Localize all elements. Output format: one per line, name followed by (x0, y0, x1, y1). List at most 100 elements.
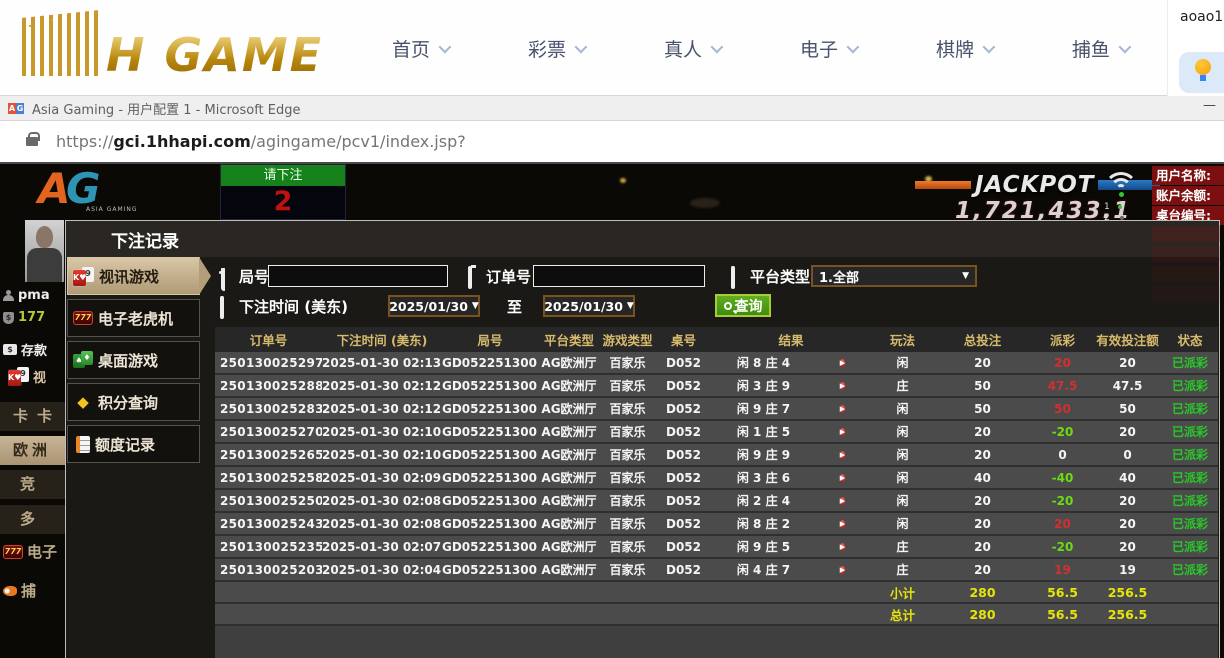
cell-platform: AG欧洲厅 (538, 354, 600, 371)
cell-order: 250130025258444 (215, 471, 322, 485)
cell-status: 已派彩 (1160, 354, 1220, 371)
cell-valid-bet: 47.5 (1095, 379, 1160, 393)
play-video-button[interactable]: ▶ (840, 428, 845, 436)
date-to-select[interactable]: 2025/01/30 ▼ (543, 295, 635, 317)
nav-item-slots[interactable]: 电子 (800, 35, 856, 62)
stream-dot-icon (1118, 205, 1122, 209)
cell-result: 闲 1 庄 5 (712, 423, 815, 440)
cell-game-type: 百家乐 (600, 446, 655, 463)
cell-table-no: D052 (655, 402, 712, 416)
bg-fishing-menu: 捕 (3, 580, 68, 601)
cell-game-type: 百家乐 (600, 492, 655, 509)
table-games-icon: ♠♦ (73, 351, 93, 369)
minimize-button[interactable]: — (1203, 98, 1216, 113)
chevron-down-icon (439, 40, 452, 53)
cell-game-type: 百家乐 (600, 515, 655, 532)
sidebar-item-table-games[interactable]: ♠♦ 桌面游戏 (67, 341, 200, 379)
play-video-button[interactable]: ▶ (840, 405, 845, 413)
bg-menu-bar: 卡卡 (0, 402, 65, 431)
cell-table-no: D052 (655, 517, 712, 531)
cell-game-type: 百家乐 (600, 354, 655, 371)
cell-total-bet: 40 (935, 471, 1030, 485)
search-button[interactable]: 查询 (715, 294, 771, 317)
sidebar-item-quota[interactable]: 额度记录 (67, 425, 200, 463)
bg-slots-menu: 777电子 (3, 541, 68, 562)
table-body: 2501300252974332025-01-30 02:13:32GD0522… (215, 352, 1218, 582)
table-row: 2501300252437722025-01-30 02:08:07GD0522… (215, 513, 1218, 536)
play-video-button[interactable]: ▶ (840, 520, 845, 528)
bg-username: pma (3, 288, 68, 303)
cell-result: 闲 4 庄 7 (712, 561, 815, 578)
cell-valid-bet: 20 (1095, 425, 1160, 439)
cell-order: 250130025250813 (215, 494, 322, 508)
cell-play-type: 闲 (870, 469, 935, 486)
cell-order: 250130025283034 (215, 402, 322, 416)
cell-table-no: D052 (655, 448, 712, 462)
cell-total-bet: 50 (935, 402, 1030, 416)
cell-total-bet: 20 (935, 494, 1030, 508)
play-video-button[interactable]: ▶ (840, 382, 845, 390)
play-cell: ▶ (815, 400, 870, 417)
nav-item-cards[interactable]: 棋牌 (936, 35, 992, 62)
cell-play-type: 闲 (870, 400, 935, 417)
cell-play-type: 闲 (870, 492, 935, 509)
play-video-button[interactable]: ▶ (840, 566, 845, 574)
table-glow (620, 178, 626, 183)
sidebar-item-video-games[interactable]: 9K♥ 视讯游戏 (67, 257, 200, 295)
order-input[interactable] (533, 265, 705, 287)
cell-bet-time: 2025-01-30 02:04:10 (322, 563, 442, 577)
cell-valid-bet: 20 (1095, 494, 1160, 508)
countdown-number: 2 (221, 186, 345, 218)
date-from-select[interactable]: 2025/01/30 ▼ (388, 295, 480, 317)
bg-deposit: $存款 (3, 340, 68, 359)
cell-game-type: 百家乐 (600, 538, 655, 555)
dropdown-arrow-icon: ▼ (962, 271, 969, 281)
sidebar-item-slots[interactable]: 777 电子老虎机 (67, 299, 200, 337)
cell-platform: AG欧洲厅 (538, 423, 600, 440)
lightbulb-icon (1195, 59, 1211, 75)
slot-machine-icon: 777 (73, 311, 93, 325)
cell-status: 已派彩 (1160, 377, 1220, 394)
cell-table-no: D052 (655, 425, 712, 439)
lightbulb-base-icon (1200, 75, 1206, 81)
cell-play-type: 庄 (870, 561, 935, 578)
cell-status: 已派彩 (1160, 515, 1220, 532)
dropdown-arrow-icon: ▼ (472, 301, 479, 311)
bg-menu-bar-active: 欧洲 (0, 436, 65, 465)
nav-item-live[interactable]: 真人 (664, 35, 720, 62)
cell-bet-time: 2025-01-30 02:12:06 (322, 402, 442, 416)
play-video-button[interactable]: ▶ (840, 359, 845, 367)
logo-bars-icon (22, 10, 100, 76)
play-video-button[interactable]: ▶ (840, 451, 845, 459)
nav-item-lottery[interactable]: 彩票 (528, 35, 584, 62)
table-glow (690, 198, 720, 208)
sidebar-item-points[interactable]: ◆ 积分查询 (67, 383, 200, 421)
cell-payout: 20 (1030, 517, 1095, 531)
background-menu-ghost (1152, 226, 1220, 242)
cards-icon: 9K♥ (8, 367, 29, 386)
round-input[interactable] (268, 265, 448, 287)
hint-panel[interactable] (1179, 52, 1224, 93)
platform-select[interactable]: 1.全部 ▼ (811, 265, 977, 287)
platform-list-icon (731, 268, 735, 287)
cell-game-type: 百家乐 (600, 469, 655, 486)
cell-round-id: GD052251300EN (442, 425, 538, 439)
cell-result: 闲 3 庄 6 (712, 469, 815, 486)
cell-valid-bet: 50 (1095, 402, 1160, 416)
cell-play-type: 闲 (870, 446, 935, 463)
play-video-button[interactable]: ▶ (840, 474, 845, 482)
wifi-icon (1102, 172, 1140, 202)
play-video-button[interactable]: ▶ (840, 497, 845, 505)
cell-bet-time: 2025-01-30 02:13:32 (322, 356, 442, 370)
play-video-button[interactable]: ▶ (840, 543, 845, 551)
table-row: 2501300252830342025-01-30 02:12:06GD0522… (215, 398, 1218, 421)
url-text[interactable]: https://gci.1hhapi.com/agingame/pcv1/ind… (56, 132, 466, 151)
table-row: 2501300252508132025-01-30 02:08:50GD0522… (215, 490, 1218, 513)
nav-item-fishing[interactable]: 捕鱼 (1072, 35, 1128, 62)
cell-round-id: GD052251300EI (442, 540, 538, 554)
cell-table-no: D052 (655, 471, 712, 485)
cell-round-id: GD052251300ER (442, 356, 538, 370)
nav-item-home[interactable]: 首页 (392, 35, 448, 62)
play-cell: ▶ (815, 515, 870, 532)
table-header-row: 订单号 下注时间 (美东) 局号 平台类型 游戏类型 桌号 结果 玩法 总投注 … (215, 327, 1218, 352)
